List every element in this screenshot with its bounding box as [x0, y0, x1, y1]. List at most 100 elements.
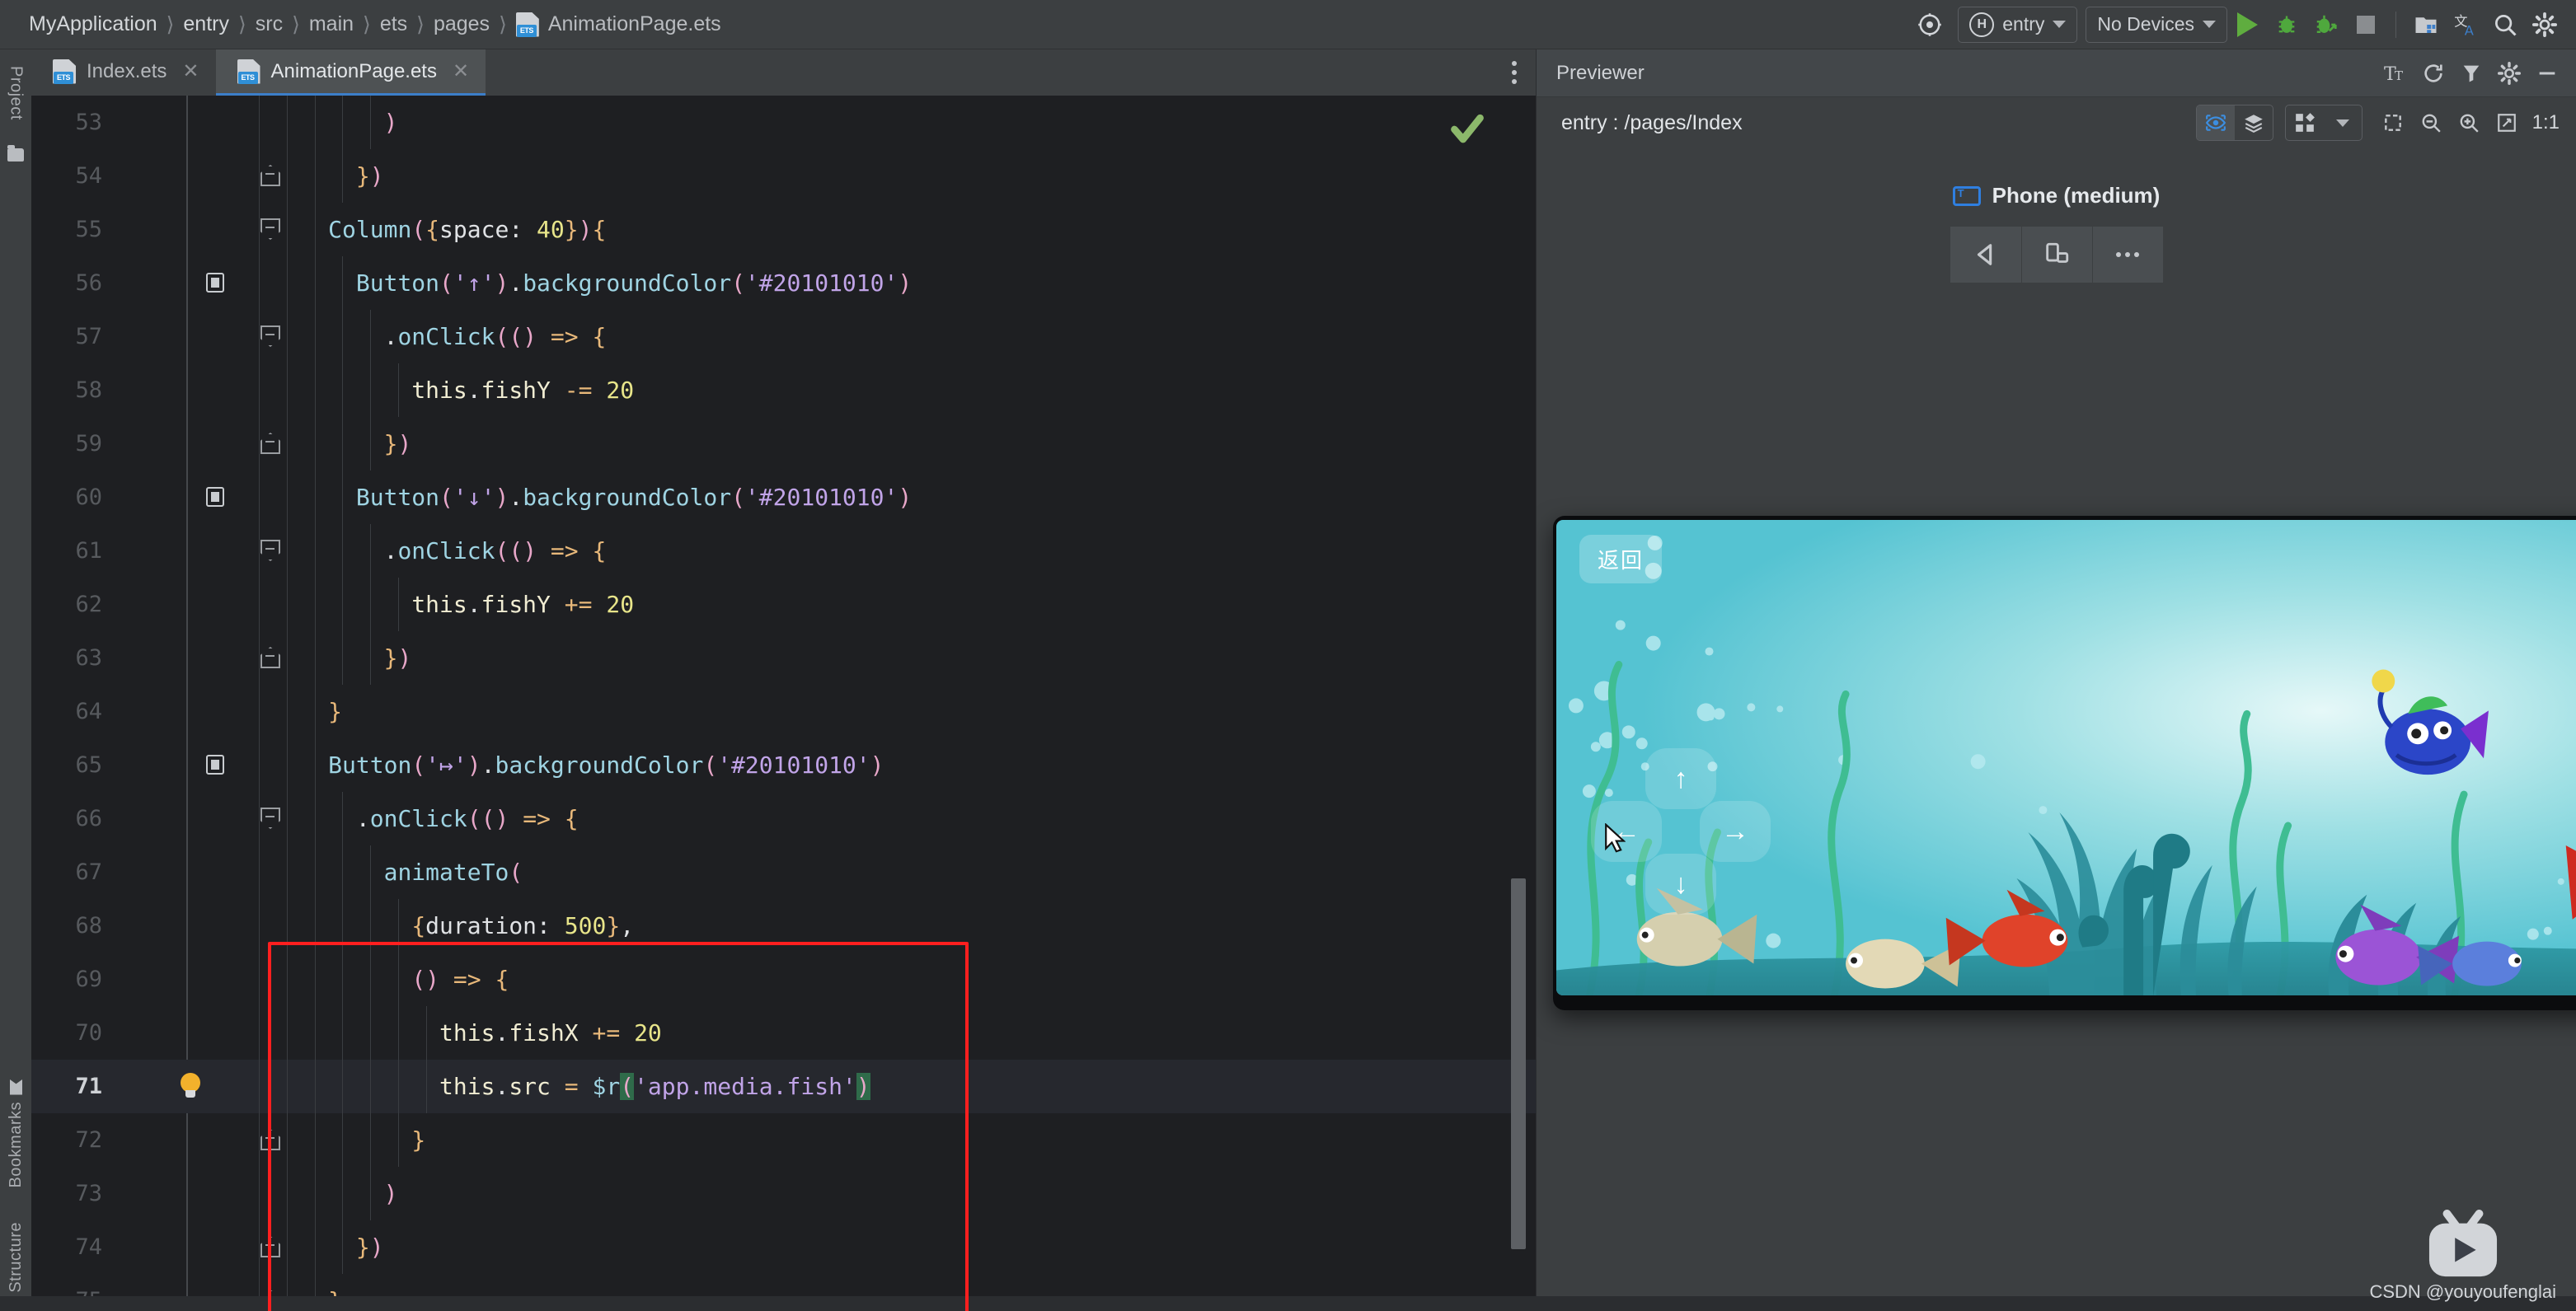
component-marker-icon[interactable] [206, 487, 224, 507]
more-dots-icon[interactable] [2091, 227, 2163, 283]
target-icon[interactable] [1910, 7, 1950, 43]
profiler-icon[interactable] [2452, 56, 2490, 91]
gutter-icons [114, 310, 280, 363]
code-line: {duration: 500}, [242, 899, 1536, 953]
sidebar-item-bookmarks[interactable]: Bookmarks [7, 1073, 26, 1195]
code-line: .onClick(() => { [242, 524, 1536, 578]
component-marker-icon[interactable] [206, 273, 224, 293]
back-triangle-icon[interactable] [1950, 227, 2021, 283]
minimize-icon[interactable] [2528, 56, 2566, 91]
gutter-row: 53 [31, 96, 242, 149]
breadcrumb-item-file[interactable]: AnimationPage.ets [507, 12, 730, 37]
run-button[interactable] [2227, 7, 2267, 43]
zoom-ratio-label[interactable]: 1:1 [2526, 111, 2566, 134]
chevron-down-icon [2203, 21, 2216, 28]
sidebar-item-structure[interactable]: Structure [7, 1215, 26, 1299]
gutter-row: 73 [31, 1167, 242, 1220]
code-editor[interactable]: 53 54 55 56 57 58 59 60 61 62 63 64 65 66 67 68 69 70 71 72… [31, 96, 1536, 1311]
breadcrumb-separator: ⟩ [166, 12, 175, 36]
code-line: }) [242, 631, 1536, 685]
translate-icon[interactable]: 文A [2446, 7, 2485, 43]
ets-file-icon [516, 12, 539, 37]
editor-gutter[interactable]: 53 54 55 56 57 58 59 60 61 62 63 64 65 66 67 68 69 70 71 72… [31, 96, 280, 1311]
previewer-header: Previewer TT [1537, 49, 2576, 97]
stop-button[interactable] [2346, 7, 2386, 43]
inspector-eye-icon[interactable] [2196, 105, 2235, 140]
gutter-icons [114, 524, 280, 578]
rotate-device-icon[interactable] [2020, 227, 2092, 283]
gutter-icons [114, 149, 280, 203]
font-size-icon[interactable]: TT [2377, 56, 2414, 91]
device-manager-button[interactable] [2406, 7, 2446, 43]
breadcrumb-item-pages[interactable]: pages [425, 12, 499, 36]
gear-icon[interactable] [2490, 56, 2528, 91]
tab-index-ets[interactable]: Index.ets ✕ [31, 49, 216, 96]
code-line: Column({space: 40}){ [242, 203, 1536, 256]
dpad-down-button[interactable]: ↓ [1645, 854, 1716, 915]
gutter-row: 55 [31, 203, 280, 256]
line-number: 61 [75, 538, 102, 564]
run-configuration-selector[interactable]: H entry [1958, 6, 2078, 43]
tab-animationpage-ets[interactable]: AnimationPage.ets ✕ [215, 49, 486, 96]
previewer-path: entry : /pages/Index [1561, 110, 1743, 134]
gutter-icons [114, 1167, 242, 1220]
component-marker-icon[interactable] [206, 755, 224, 775]
sidebar-item-project[interactable]: Project [7, 59, 26, 127]
breadcrumb-item-entry[interactable]: entry [174, 12, 238, 36]
gutter-icons [114, 1060, 242, 1113]
gutter-row: 57 [31, 310, 280, 363]
breadcrumb-item-project[interactable]: MyApplication [20, 12, 167, 36]
gutter-row: 65 [31, 738, 242, 792]
line-number: 66 [75, 806, 102, 831]
search-icon[interactable] [2485, 7, 2525, 43]
zoom-in-icon[interactable] [2450, 105, 2488, 141]
editor-scrollbar-thumb[interactable] [1511, 878, 1526, 1249]
breadcrumb-item-src[interactable]: src [246, 12, 292, 36]
debug-button[interactable] [2267, 7, 2306, 43]
structure-label: Structure [6, 1222, 25, 1293]
line-number: 59 [75, 431, 102, 457]
gutter-row: 54 [31, 149, 280, 203]
dpad-right-button[interactable]: → [1700, 801, 1771, 862]
breadcrumb-item-ets[interactable]: ets [371, 12, 416, 36]
app-preview-surface[interactable]: 返回 ↑ ← → ↓ [1556, 520, 2576, 995]
editor-scrollbar[interactable] [1508, 96, 1529, 1311]
gutter-row: 66 [31, 792, 280, 845]
fit-screen-icon[interactable] [2488, 105, 2526, 141]
ok-check-icon[interactable] [1450, 114, 1485, 145]
gear-icon[interactable] [2525, 7, 2564, 43]
frame-icon[interactable] [2374, 105, 2412, 141]
chevron-down-icon[interactable] [2324, 105, 2362, 140]
code-line: }) [242, 1220, 1536, 1274]
refresh-icon[interactable] [2414, 56, 2452, 91]
dpad-left-button[interactable]: ← [1591, 801, 1662, 862]
code-viewport[interactable]: ) }) Column({space: 40}){ Button('↑').ba… [242, 96, 1536, 1311]
gutter-icons [114, 203, 280, 256]
layers-icon[interactable] [2235, 105, 2273, 140]
code-line: Button('↓').backgroundColor('#20101010') [242, 471, 1536, 524]
gutter-row: 56 [31, 256, 242, 310]
device-preview-frame[interactable]: 返回 ↑ ← → ↓ [1553, 516, 2576, 1010]
app-back-button[interactable]: 返回 [1579, 535, 1663, 583]
dpad-up-button[interactable]: ↑ [1645, 748, 1716, 809]
gutter-icons [114, 256, 242, 310]
lightbulb-icon[interactable] [178, 1073, 203, 1099]
more-options-icon[interactable] [1493, 49, 1536, 96]
inspect-layers-group [2195, 105, 2273, 141]
bookmarks-label: Bookmarks [6, 1101, 25, 1188]
gutter-icons [114, 953, 242, 1006]
code-line: Button('↑').backgroundColor('#20101010') [242, 256, 1536, 310]
ets-file-icon [237, 59, 260, 84]
code-line: animateTo( [242, 845, 1536, 899]
close-icon[interactable]: ✕ [453, 61, 469, 82]
line-number: 74 [75, 1234, 102, 1260]
attach-debugger-button[interactable] [2306, 7, 2346, 43]
chevron-down-icon [2053, 21, 2067, 28]
breadcrumb-item-main[interactable]: main [300, 12, 363, 36]
line-number: 55 [75, 217, 102, 242]
zoom-out-icon[interactable] [2412, 105, 2450, 141]
close-icon[interactable]: ✕ [182, 61, 199, 82]
device-selector[interactable]: No Devices [2086, 6, 2227, 43]
breadcrumb-separator: ⟩ [499, 12, 507, 36]
multi-device-icon[interactable] [2286, 105, 2324, 140]
